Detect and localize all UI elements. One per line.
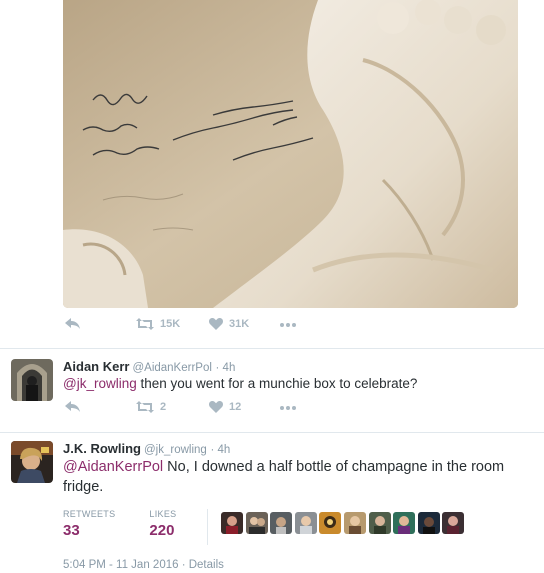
author-name[interactable]: Aidan Kerr: [63, 359, 129, 374]
retweet-icon: [136, 318, 154, 330]
more-dots-icon: [280, 323, 296, 327]
reply-icon: [65, 318, 80, 329]
liker-avatar[interactable]: [368, 512, 391, 534]
tweet-conversation: 15K 31K Aidan Kerr @AidanKerrPol · 4h @j…: [0, 0, 544, 573]
like-count: 12: [229, 401, 242, 413]
likes-count: 220: [149, 522, 175, 539]
liker-avatar[interactable]: [294, 512, 317, 534]
avatar[interactable]: [11, 359, 53, 401]
liker-avatar[interactable]: [343, 512, 366, 534]
author-handle[interactable]: @AidanKerrPol: [132, 362, 211, 374]
heart-icon: [209, 318, 223, 330]
reply-icon: [65, 401, 80, 412]
retweet-button[interactable]: 15K: [136, 318, 180, 330]
like-count: 31K: [229, 318, 250, 330]
details-link[interactable]: Details: [189, 559, 224, 571]
focused-tweet: J.K. Rowling @jk_rowling · 4h @AidanKerrP…: [0, 433, 544, 573]
likes-label: LIKES: [149, 509, 177, 519]
liker-avatar[interactable]: [393, 512, 416, 534]
stats-divider: [207, 509, 208, 545]
reply-button[interactable]: [65, 318, 81, 330]
retweet-count: 15K: [160, 318, 181, 330]
retweet-button[interactable]: 2: [136, 401, 166, 413]
reply-button[interactable]: [65, 401, 81, 413]
reply-body: then you went for a munchie box to celeb…: [136, 376, 418, 391]
liker-avatar[interactable]: [221, 512, 243, 534]
retweets-count: 33: [63, 522, 80, 539]
reply-tweet: Aidan Kerr @AidanKerrPol · 4h @jk_rowling…: [0, 349, 544, 433]
parent-tweet: 15K 31K: [0, 0, 544, 349]
liker-avatar[interactable]: [270, 512, 293, 534]
retweets-label: RETWEETS: [63, 509, 116, 519]
tweet-photo[interactable]: [63, 0, 518, 308]
retweet-count: 2: [160, 401, 167, 413]
more-dots-icon: [280, 406, 296, 410]
retweet-icon: [136, 401, 154, 413]
reply-header: Aidan Kerr @AidanKerrPol · 4h: [63, 359, 235, 374]
mention-link[interactable]: @jk_rowling: [63, 376, 137, 391]
author-handle[interactable]: @jk_rowling: [144, 444, 207, 456]
tweet-footer: 5:04 PM - 11 Jan 2016 · Details: [63, 559, 224, 571]
liker-avatar[interactable]: [245, 512, 268, 534]
liker-avatar[interactable]: [417, 512, 440, 534]
reply-tweet-actions: 2 12: [63, 401, 323, 417]
tweet-time[interactable]: · 4h: [216, 362, 236, 374]
tweet-time[interactable]: · 4h: [210, 444, 230, 456]
liker-avatar[interactable]: [442, 512, 465, 534]
like-button[interactable]: 12: [209, 401, 241, 413]
reply-text: @jk_rowling then you went for a munchie …: [63, 375, 417, 393]
parent-tweet-actions: 15K 31K: [63, 318, 323, 334]
author-name[interactable]: J.K. Rowling: [63, 441, 141, 456]
tweet-timestamp[interactable]: 5:04 PM - 11 Jan 2016: [63, 559, 179, 571]
focused-text: @AidanKerrPol No, I downed a half bottle…: [63, 457, 523, 497]
tweet-stats: RETWEETS 33 LIKES 220: [63, 509, 210, 539]
more-button[interactable]: [279, 401, 297, 413]
retweets-stat[interactable]: RETWEETS 33: [63, 509, 115, 539]
like-button[interactable]: 31K: [209, 318, 249, 330]
liker-avatars: [221, 512, 467, 534]
mention-link[interactable]: @AidanKerrPol: [63, 459, 163, 475]
more-button[interactable]: [279, 318, 297, 330]
avatar[interactable]: [11, 441, 53, 483]
focused-header: J.K. Rowling @jk_rowling · 4h: [63, 441, 230, 456]
likes-stat[interactable]: LIKES 220: [149, 509, 176, 539]
liker-avatar[interactable]: [319, 512, 342, 534]
heart-icon: [209, 401, 223, 413]
